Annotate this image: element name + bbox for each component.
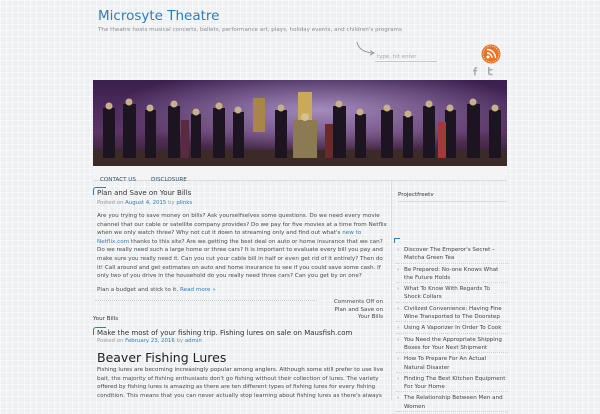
comments-status: Comments Off on Plan and Save on Your Bi… bbox=[333, 299, 383, 320]
post-date-link[interactable]: August 4, 2015 bbox=[125, 200, 166, 206]
curved-arrow-icon bbox=[356, 41, 376, 56]
post-paragraph: Are you trying to save money on bills? A… bbox=[97, 212, 387, 281]
nav-item-contact-us[interactable]: CONTACT US bbox=[95, 173, 141, 187]
post-meta-prefix: Posted on bbox=[97, 200, 124, 206]
post-body: Fishing lures are becoming increasingly … bbox=[97, 367, 384, 399]
list-item: Finding The Best Kitchen Equipment For Y… bbox=[396, 375, 508, 393]
list-item: Using A Vaporizer In Order To Cook bbox=[396, 324, 508, 334]
post-text: Plan a budget and stick to it. bbox=[97, 286, 179, 293]
read-more-link[interactable]: Read more » bbox=[180, 287, 216, 293]
recent-post-link[interactable]: What To Know With Regards To Shock Colla… bbox=[404, 286, 490, 300]
facebook-icon[interactable] bbox=[471, 66, 479, 76]
list-item: Be Prepared: No-one Knows What the Futur… bbox=[396, 266, 508, 284]
widget-bracket bbox=[394, 238, 400, 243]
post-heading: Beaver Fishing Lures bbox=[97, 350, 227, 365]
post-meta: Posted on August 4, 2015 by plinks bbox=[97, 200, 192, 206]
list-item: How To Prepare For An Actual Natural Dis… bbox=[396, 355, 508, 373]
recent-post-link[interactable]: The Relationship Between Men and Women bbox=[404, 395, 503, 409]
search-input[interactable] bbox=[375, 52, 437, 62]
widget-divider bbox=[398, 201, 506, 202]
nav-item-disclosure[interactable]: DISCLOSURE bbox=[146, 173, 192, 187]
list-item: The Relationship Between Men and Women bbox=[396, 394, 508, 413]
post-meta-by: by bbox=[176, 338, 184, 344]
twitter-icon[interactable] bbox=[485, 66, 495, 76]
post-title[interactable]: Plan and Save on Your Bills bbox=[97, 189, 191, 197]
widget-title: Projectfreetv bbox=[398, 192, 434, 198]
sidebar: Projectfreetv Discover The Emperor's Sec… bbox=[391, 180, 508, 413]
post-paragraph: Plan a budget and stick to it. Read more… bbox=[97, 286, 387, 295]
site-title[interactable]: Microsyte Theatre bbox=[98, 8, 219, 24]
post-body: Are you trying to save money on bills? A… bbox=[97, 212, 387, 299]
post-author-link[interactable]: admin bbox=[185, 338, 202, 344]
recent-post-link[interactable]: Civilized Convenience: Having Fine Wine … bbox=[404, 306, 502, 320]
list-item: What To Know With Regards To Shock Colla… bbox=[396, 285, 508, 303]
category-link[interactable]: Your Bills bbox=[93, 316, 118, 322]
list-item: You Need the Appropriate Shipping Boxes … bbox=[396, 336, 508, 354]
list-item: Discover The Emperor's Secret – Matcha G… bbox=[396, 246, 508, 264]
post-divider bbox=[95, 300, 317, 301]
post-meta: Posted on February 23, 2016 by admin bbox=[97, 338, 202, 344]
post-date-link[interactable]: February 23, 2016 bbox=[125, 338, 175, 344]
post-text: thanks to this site? Are we getting the … bbox=[97, 238, 383, 280]
post-meta-prefix: Posted on bbox=[97, 338, 124, 344]
site-tagline: The theatre hosts musical concerts, ball… bbox=[98, 27, 402, 33]
recent-post-link[interactable]: Discover The Emperor's Secret – Matcha G… bbox=[404, 247, 495, 261]
list-item: Civilized Convenience: Having Fine Wine … bbox=[396, 305, 508, 323]
rss-icon[interactable] bbox=[481, 44, 501, 64]
post-title[interactable]: Make the most of your fishing trip. Fish… bbox=[97, 329, 352, 337]
recent-post-link[interactable]: Finding The Best Kitchen Equipment For Y… bbox=[404, 376, 505, 390]
recent-post-link[interactable]: How To Prepare For An Actual Natural Dis… bbox=[404, 356, 486, 370]
main-nav: CONTACT US DISCLOSURE bbox=[93, 166, 507, 183]
recent-post-link[interactable]: Using A Vaporizer In Order To Cook bbox=[404, 325, 501, 331]
header-banner-image bbox=[93, 80, 507, 166]
recent-post-link[interactable]: Be Prepared: No-one Knows What the Futur… bbox=[404, 267, 498, 281]
recent-posts-list: Discover The Emperor's Secret – Matcha G… bbox=[396, 246, 508, 414]
post-author-link[interactable]: plinks bbox=[176, 200, 192, 206]
recent-post-link[interactable]: You Need the Appropriate Shipping Boxes … bbox=[404, 337, 502, 351]
post-meta-by: by bbox=[168, 200, 175, 206]
